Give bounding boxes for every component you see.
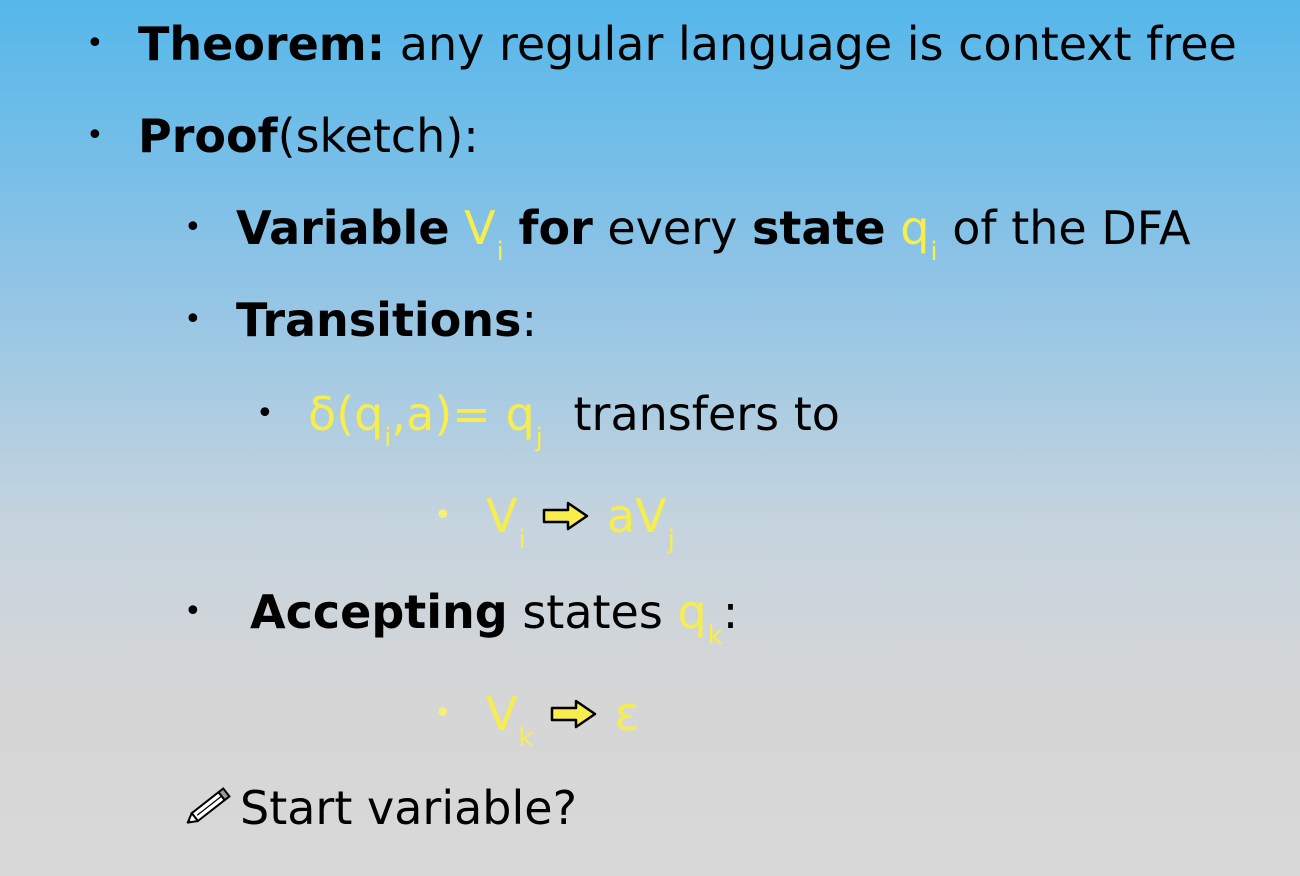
accepting-colon: : <box>722 585 739 639</box>
theorem-text: any regular language is context free <box>385 17 1237 71</box>
bullet: • <box>184 302 202 337</box>
for-word: for <box>518 201 593 255</box>
proof-label: Proof <box>138 109 278 163</box>
variable-symbol: Vi <box>464 201 504 267</box>
bullet: • <box>184 594 202 629</box>
accepting-text: states <box>507 585 678 639</box>
transitions-label: Transitions <box>236 293 522 347</box>
accepting-symbol: qk <box>677 585 723 651</box>
start-text: Start variable? <box>240 781 577 835</box>
arrow-right-icon <box>543 501 589 530</box>
state-word: state <box>751 201 886 255</box>
slide: • Theorem: any regular language is conte… <box>0 0 1300 876</box>
arrow-right-icon <box>550 699 597 728</box>
bullet: • <box>184 210 202 245</box>
accept-rule-rhs: ε <box>614 687 640 741</box>
pencil-icon <box>186 786 231 824</box>
every-word: every <box>592 201 752 255</box>
accept-rule-lhs: Vk <box>486 687 534 753</box>
bullet: • <box>86 26 104 61</box>
rule-rhs: aVj <box>606 489 675 555</box>
delta-rest: transfers to <box>573 387 840 441</box>
bullet: • <box>434 498 452 533</box>
bullet: • <box>434 696 452 731</box>
rule-lhs: Vi <box>486 489 526 555</box>
variable-label: Variable <box>236 201 450 255</box>
transitions-colon: : <box>521 293 537 347</box>
proof-text: (sketch): <box>277 109 479 163</box>
state-symbol: qi <box>900 201 938 267</box>
delta-expression: δ(qi,a)= qj <box>308 387 543 453</box>
variable-rest: of the DFA <box>937 201 1191 255</box>
theorem-label: Theorem: <box>138 17 386 71</box>
start-line: Start variable? <box>182 778 577 838</box>
accepting-label: Accepting <box>250 585 508 639</box>
bullet: • <box>86 118 104 153</box>
bullet: • <box>256 396 274 431</box>
